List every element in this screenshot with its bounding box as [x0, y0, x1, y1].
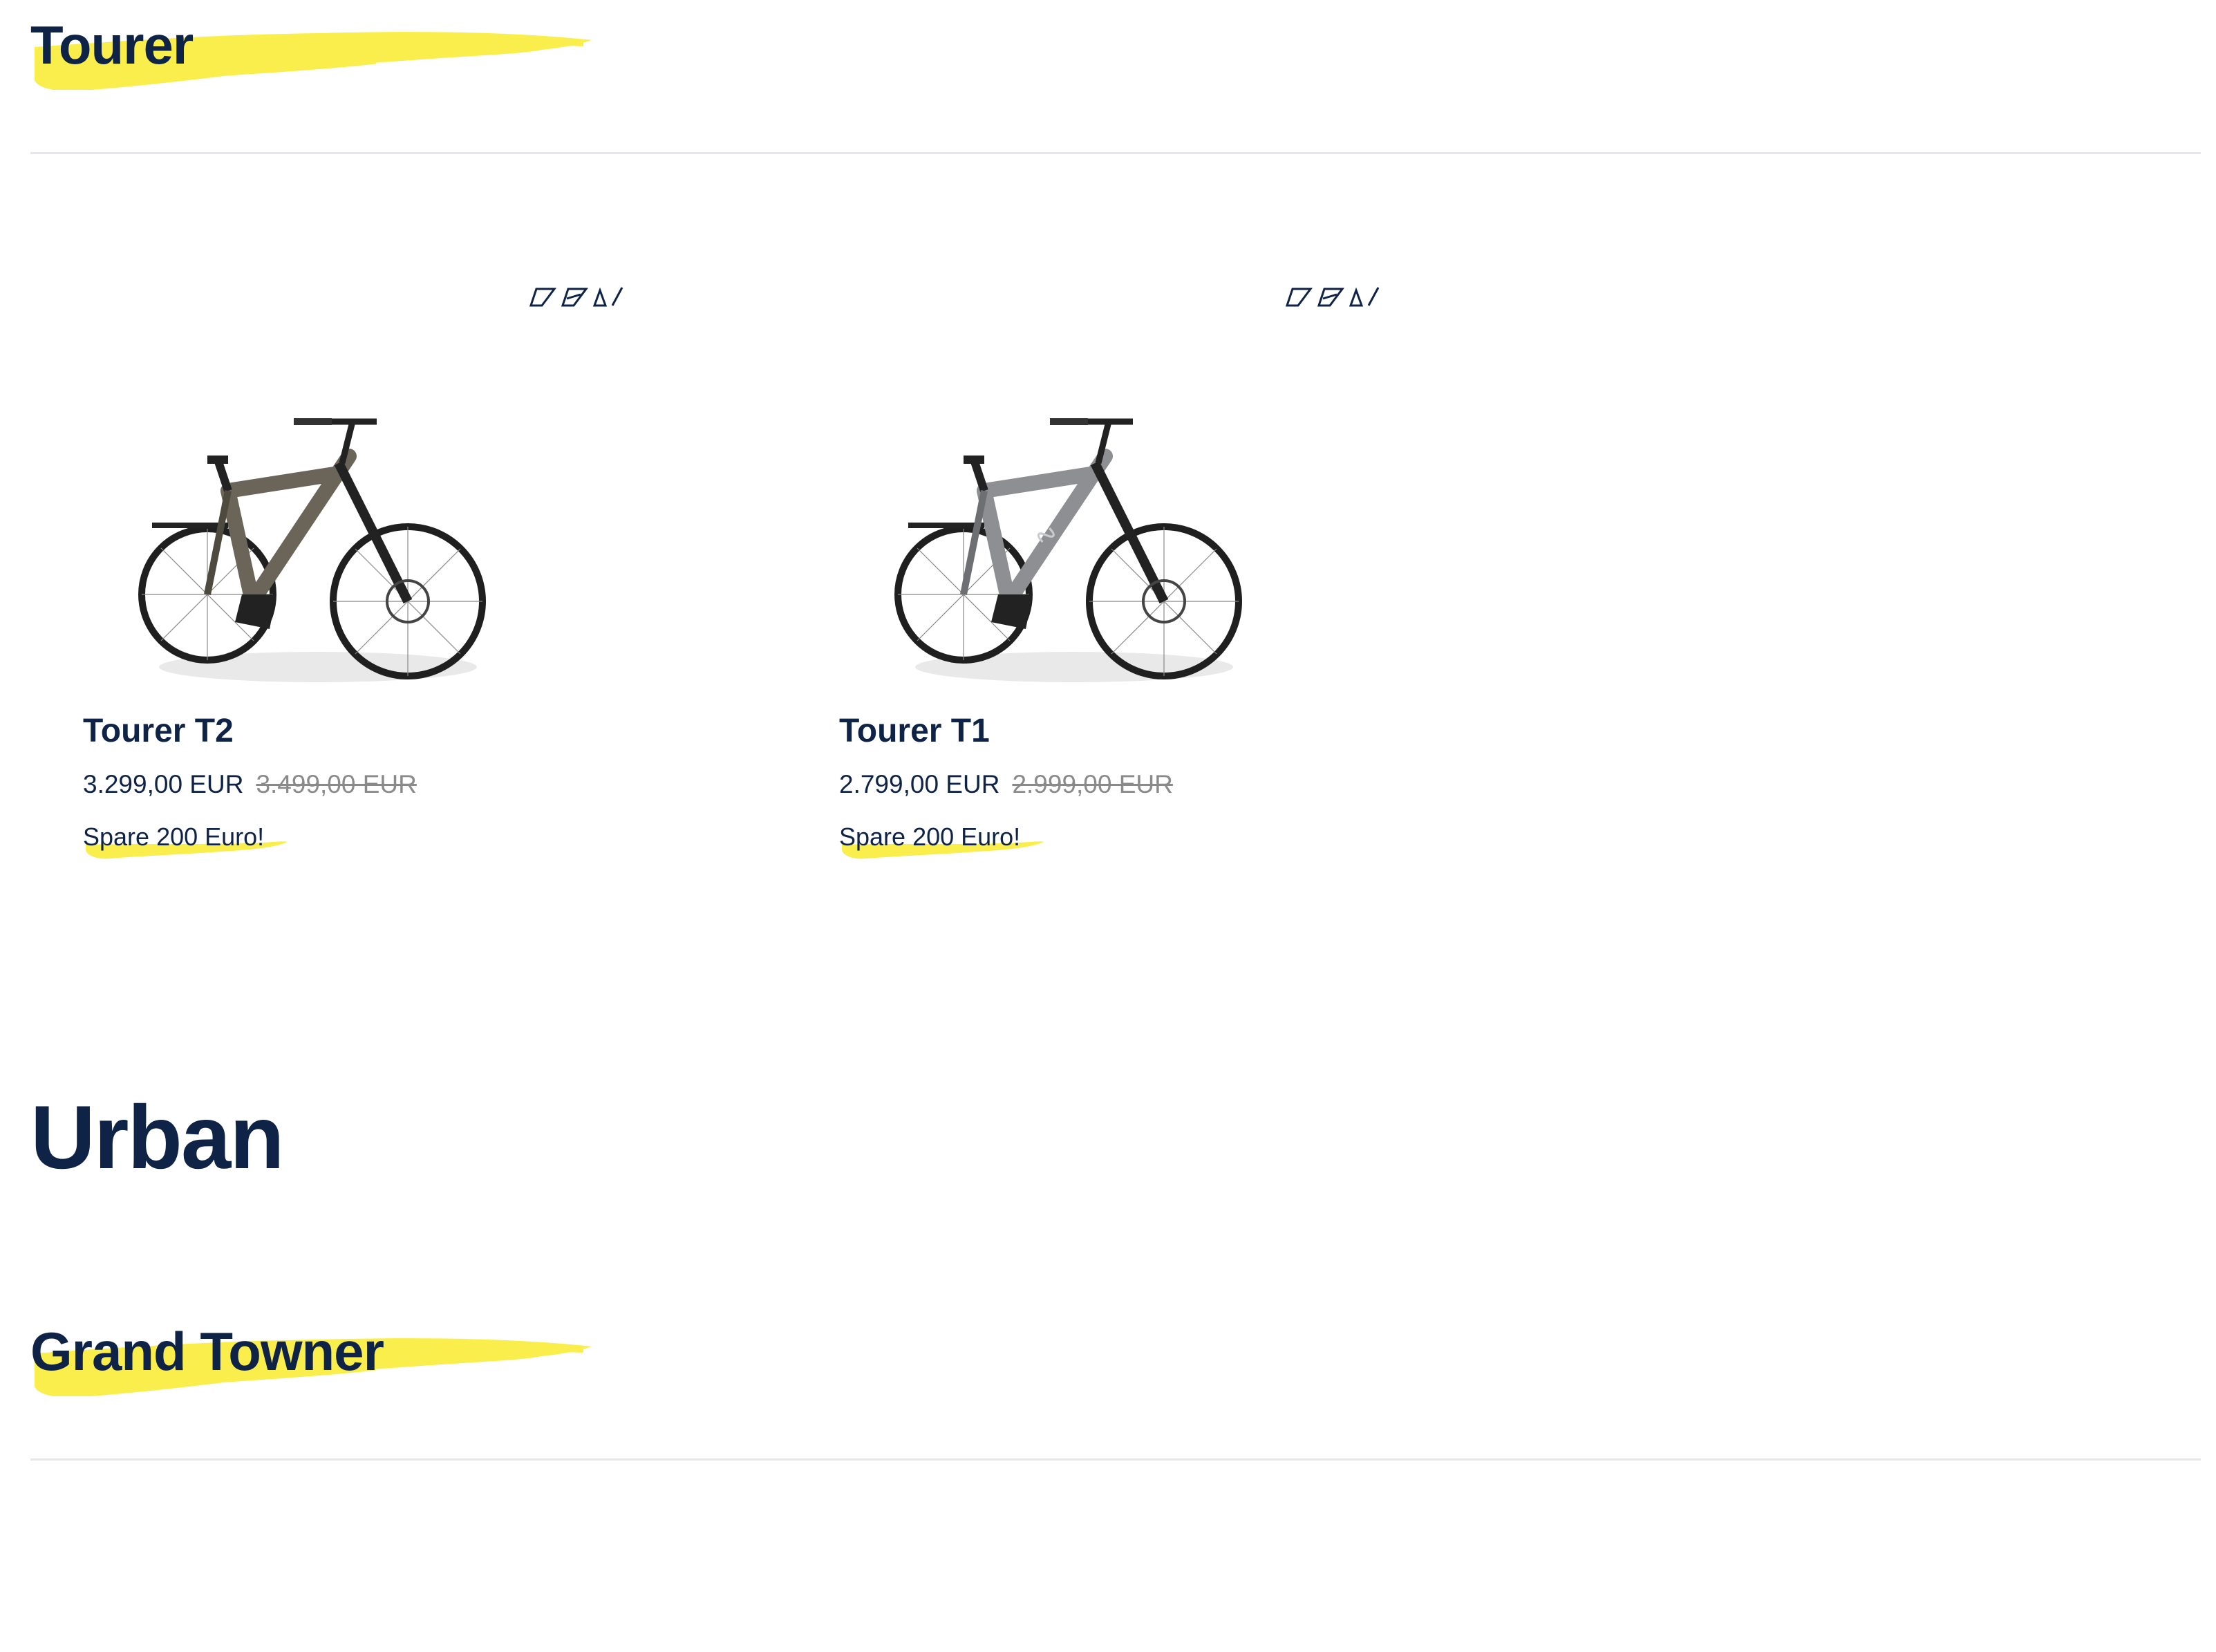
old-price: 2.999,00 EUR: [1012, 770, 1173, 798]
section-heading-grand-towner: Grand Towner: [30, 1320, 597, 1396]
frame-types-icon: [1285, 287, 1380, 307]
price-row: 3.299,00 EUR 3.499,00 EUR: [83, 770, 417, 799]
e-bike-image: ∿: [894, 418, 1242, 682]
section-heading-tourer: Tourer: [30, 14, 597, 90]
old-price: 3.499,00 EUR: [256, 770, 417, 798]
e-bike-image: [138, 418, 486, 682]
current-price: 2.799,00 EUR: [839, 770, 1000, 798]
promo-badge: Spare 200 Euro!: [83, 820, 290, 864]
section-divider: [30, 152, 2201, 154]
promo-badge: Spare 200 Euro!: [839, 820, 1046, 864]
promo-text: Spare 200 Euro!: [83, 823, 265, 851]
section-divider: [30, 1458, 2201, 1461]
product-card-tourer-t2[interactable]: Tourer T2 3.299,00 EUR 3.499,00 EUR Spare…: [28, 283, 719, 905]
product-name[interactable]: Tourer T1: [839, 712, 990, 750]
current-price: 3.299,00 EUR: [83, 770, 244, 798]
section-heading-text: Grand Towner: [30, 1321, 384, 1382]
frame-types-icon: [529, 287, 623, 307]
page: { "sections": [ { "heading": "Tourer", "…: [0, 0, 2216, 1652]
promo-text: Spare 200 Euro!: [839, 823, 1021, 851]
category-title: Urban: [30, 1087, 285, 1188]
product-name[interactable]: Tourer T2: [83, 712, 234, 750]
product-card-tourer-t1[interactable]: ∿ Tourer T1 2.799,00 EUR 2.999,00 EUR Spa…: [784, 283, 1475, 905]
price-row: 2.799,00 EUR 2.999,00 EUR: [839, 770, 1173, 799]
section-heading-text: Tourer: [30, 15, 194, 75]
